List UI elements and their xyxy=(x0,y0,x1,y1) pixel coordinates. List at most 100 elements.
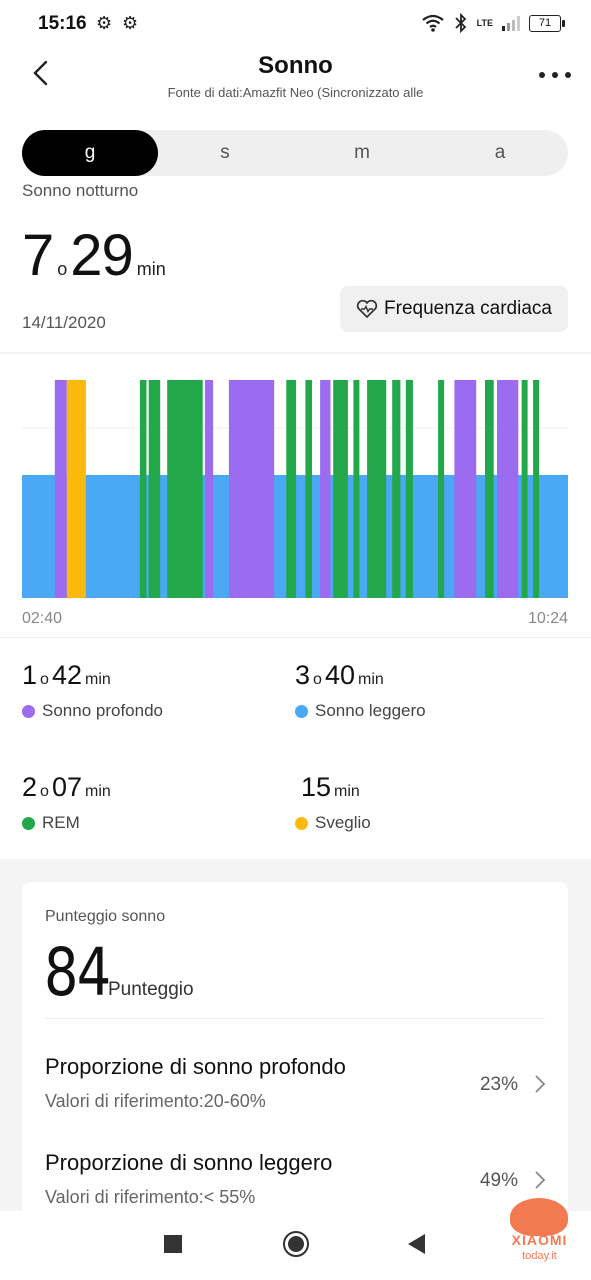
chart-bar-awake xyxy=(66,380,86,598)
stat-deep-hours-unit: o xyxy=(40,671,49,688)
chart-bar-rem xyxy=(485,380,494,598)
stat-light-label: Sonno leggero xyxy=(315,701,426,720)
stat-deep: 1 o 42 min Sonno profondo xyxy=(22,660,163,721)
chart-bar-rem xyxy=(438,380,445,598)
rem-color-dot xyxy=(22,816,35,830)
gear-icon: ⚙ xyxy=(96,13,113,33)
heart-rate-button[interactable]: Frequenza cardiaca xyxy=(340,286,568,332)
page-title: Sonno xyxy=(258,52,333,79)
stat-light-hours-unit: o xyxy=(313,671,322,688)
stat-light: 3 o 40 min Sonno leggero xyxy=(295,660,426,721)
score-value-row: 84 Punteggio xyxy=(44,934,194,1011)
gear-icon: ⚙ xyxy=(122,13,139,33)
stat-rem-minutes: 07 xyxy=(51,772,82,802)
stat-deep-hours: 1 xyxy=(22,660,38,690)
tab-year[interactable]: a xyxy=(432,130,568,176)
chart-start-time: 02:40 xyxy=(22,610,63,627)
chart-bar-rem xyxy=(521,380,528,598)
stat-rem-hours-unit: o xyxy=(40,783,49,800)
status-bar: 15:16 ⚙ ⚙ LTE 71 xyxy=(0,0,591,48)
divider xyxy=(45,1018,545,1019)
stat-deep-label: Sonno profondo xyxy=(42,701,163,720)
recent-apps-icon[interactable] xyxy=(164,1235,182,1253)
chart-bar-rem xyxy=(533,380,540,598)
stat-light-minutes: 40 xyxy=(324,660,355,690)
deep-proportion-reference: Valori di riferimento:20-60% xyxy=(45,1091,266,1111)
chart-bar-rem xyxy=(305,380,312,598)
stat-light-hours: 3 xyxy=(295,660,311,690)
light-proportion-title: Proporzione di sonno leggero xyxy=(45,1150,333,1175)
chart-bar-deep xyxy=(497,380,519,598)
chart-bar-rem xyxy=(333,380,348,598)
nav-back-icon[interactable] xyxy=(405,1232,427,1256)
minutes-value: 29 xyxy=(70,223,134,288)
sleep-score-card: Punteggio sonno 84 Punteggio Proporzione… xyxy=(22,882,568,1222)
hours-value: 7 xyxy=(22,223,54,288)
stat-deep-minutes-unit: min xyxy=(84,671,111,688)
watermark-site: today.it xyxy=(522,1250,557,1262)
stat-rem-hours: 2 xyxy=(22,772,38,802)
status-icons: LTE 71 xyxy=(421,13,565,33)
stat-rem: 2 o 07 min REM xyxy=(22,772,114,833)
awake-color-dot xyxy=(295,816,308,830)
score-title: Punteggio sonno xyxy=(45,908,166,925)
stat-awake-minutes-unit: min xyxy=(334,783,360,800)
light-proportion-row[interactable]: Proporzione di sonno leggero Valori di r… xyxy=(22,1150,568,1220)
battery-icon: 71 xyxy=(529,14,565,32)
light-color-dot xyxy=(295,704,308,718)
chart-bar-rem xyxy=(367,380,387,598)
minutes-unit: min xyxy=(136,259,166,279)
chart-bar-rem xyxy=(286,380,297,598)
night-sleep-label: Sonno notturno xyxy=(22,181,139,200)
score-value: 84 xyxy=(44,934,111,1011)
stat-awake: 15 min Sveglio xyxy=(295,772,371,833)
chart-end-time: 10:24 xyxy=(527,610,568,627)
chart-bar-deep xyxy=(228,380,275,598)
tab-week[interactable]: s xyxy=(157,130,293,176)
status-time: 15:16 xyxy=(38,13,87,34)
tab-day[interactable]: g xyxy=(22,130,158,176)
heart-rate-icon xyxy=(356,299,378,318)
stage-stats: 1 o 42 min Sonno profondo 3 o 40 min Son… xyxy=(0,637,591,860)
sleep-date: 14/11/2020 xyxy=(22,313,106,332)
stat-rem-label: REM xyxy=(42,813,80,832)
chart-bar-deep xyxy=(54,380,67,598)
light-proportion-reference: Valori di riferimento:< 55% xyxy=(45,1187,256,1207)
signal-icon xyxy=(502,16,520,31)
score-unit: Punteggio xyxy=(108,979,194,1000)
stat-awake-label: Sveglio xyxy=(315,813,371,832)
stat-awake-minutes: 15 xyxy=(301,772,332,802)
watermark-brand: XIAOMI xyxy=(511,1232,568,1248)
network-type: LTE xyxy=(476,18,493,28)
wifi-icon xyxy=(421,14,444,32)
sleep-chart-svg xyxy=(0,352,591,598)
sleep-stage-chart: 02:40 10:24 xyxy=(0,352,591,642)
battery-level: 71 xyxy=(538,16,552,29)
range-tabs: g s m a xyxy=(22,130,568,176)
stat-deep-minutes: 42 xyxy=(51,660,82,690)
chart-bar-rem xyxy=(392,380,401,598)
deep-proportion-title: Proporzione di sonno profondo xyxy=(45,1054,346,1079)
tab-month[interactable]: m xyxy=(294,130,430,176)
bluetooth-icon xyxy=(455,13,466,33)
stat-rem-minutes-unit: min xyxy=(84,783,111,800)
xiaomitoday-watermark-logo: XIAOMI today.it xyxy=(502,1196,577,1276)
heart-rate-button-label: Frequenza cardiaca xyxy=(384,298,552,319)
chevron-right-icon xyxy=(535,1171,546,1189)
chart-bar-rem xyxy=(148,380,161,598)
chart-bar-deep xyxy=(454,380,477,598)
deep-proportion-value: 23% xyxy=(479,1074,518,1095)
chevron-right-icon xyxy=(535,1075,546,1093)
app-header: Sonno Fonte di dati:Amazfit Neo (Sincron… xyxy=(0,48,591,108)
hours-unit: o xyxy=(57,259,68,279)
deep-color-dot xyxy=(22,704,35,718)
light-proportion-value: 49% xyxy=(479,1170,518,1191)
deep-proportion-row[interactable]: Proporzione di sonno profondo Valori di … xyxy=(22,1054,568,1124)
chart-bar-rem xyxy=(139,380,147,598)
more-options-icon[interactable] xyxy=(537,70,573,80)
home-icon[interactable] xyxy=(283,1231,309,1257)
chart-bar-rem xyxy=(353,380,360,598)
watermark-mascot-icon xyxy=(510,1198,568,1236)
stat-light-minutes-unit: min xyxy=(357,671,384,688)
chart-bar-deep xyxy=(320,380,331,598)
